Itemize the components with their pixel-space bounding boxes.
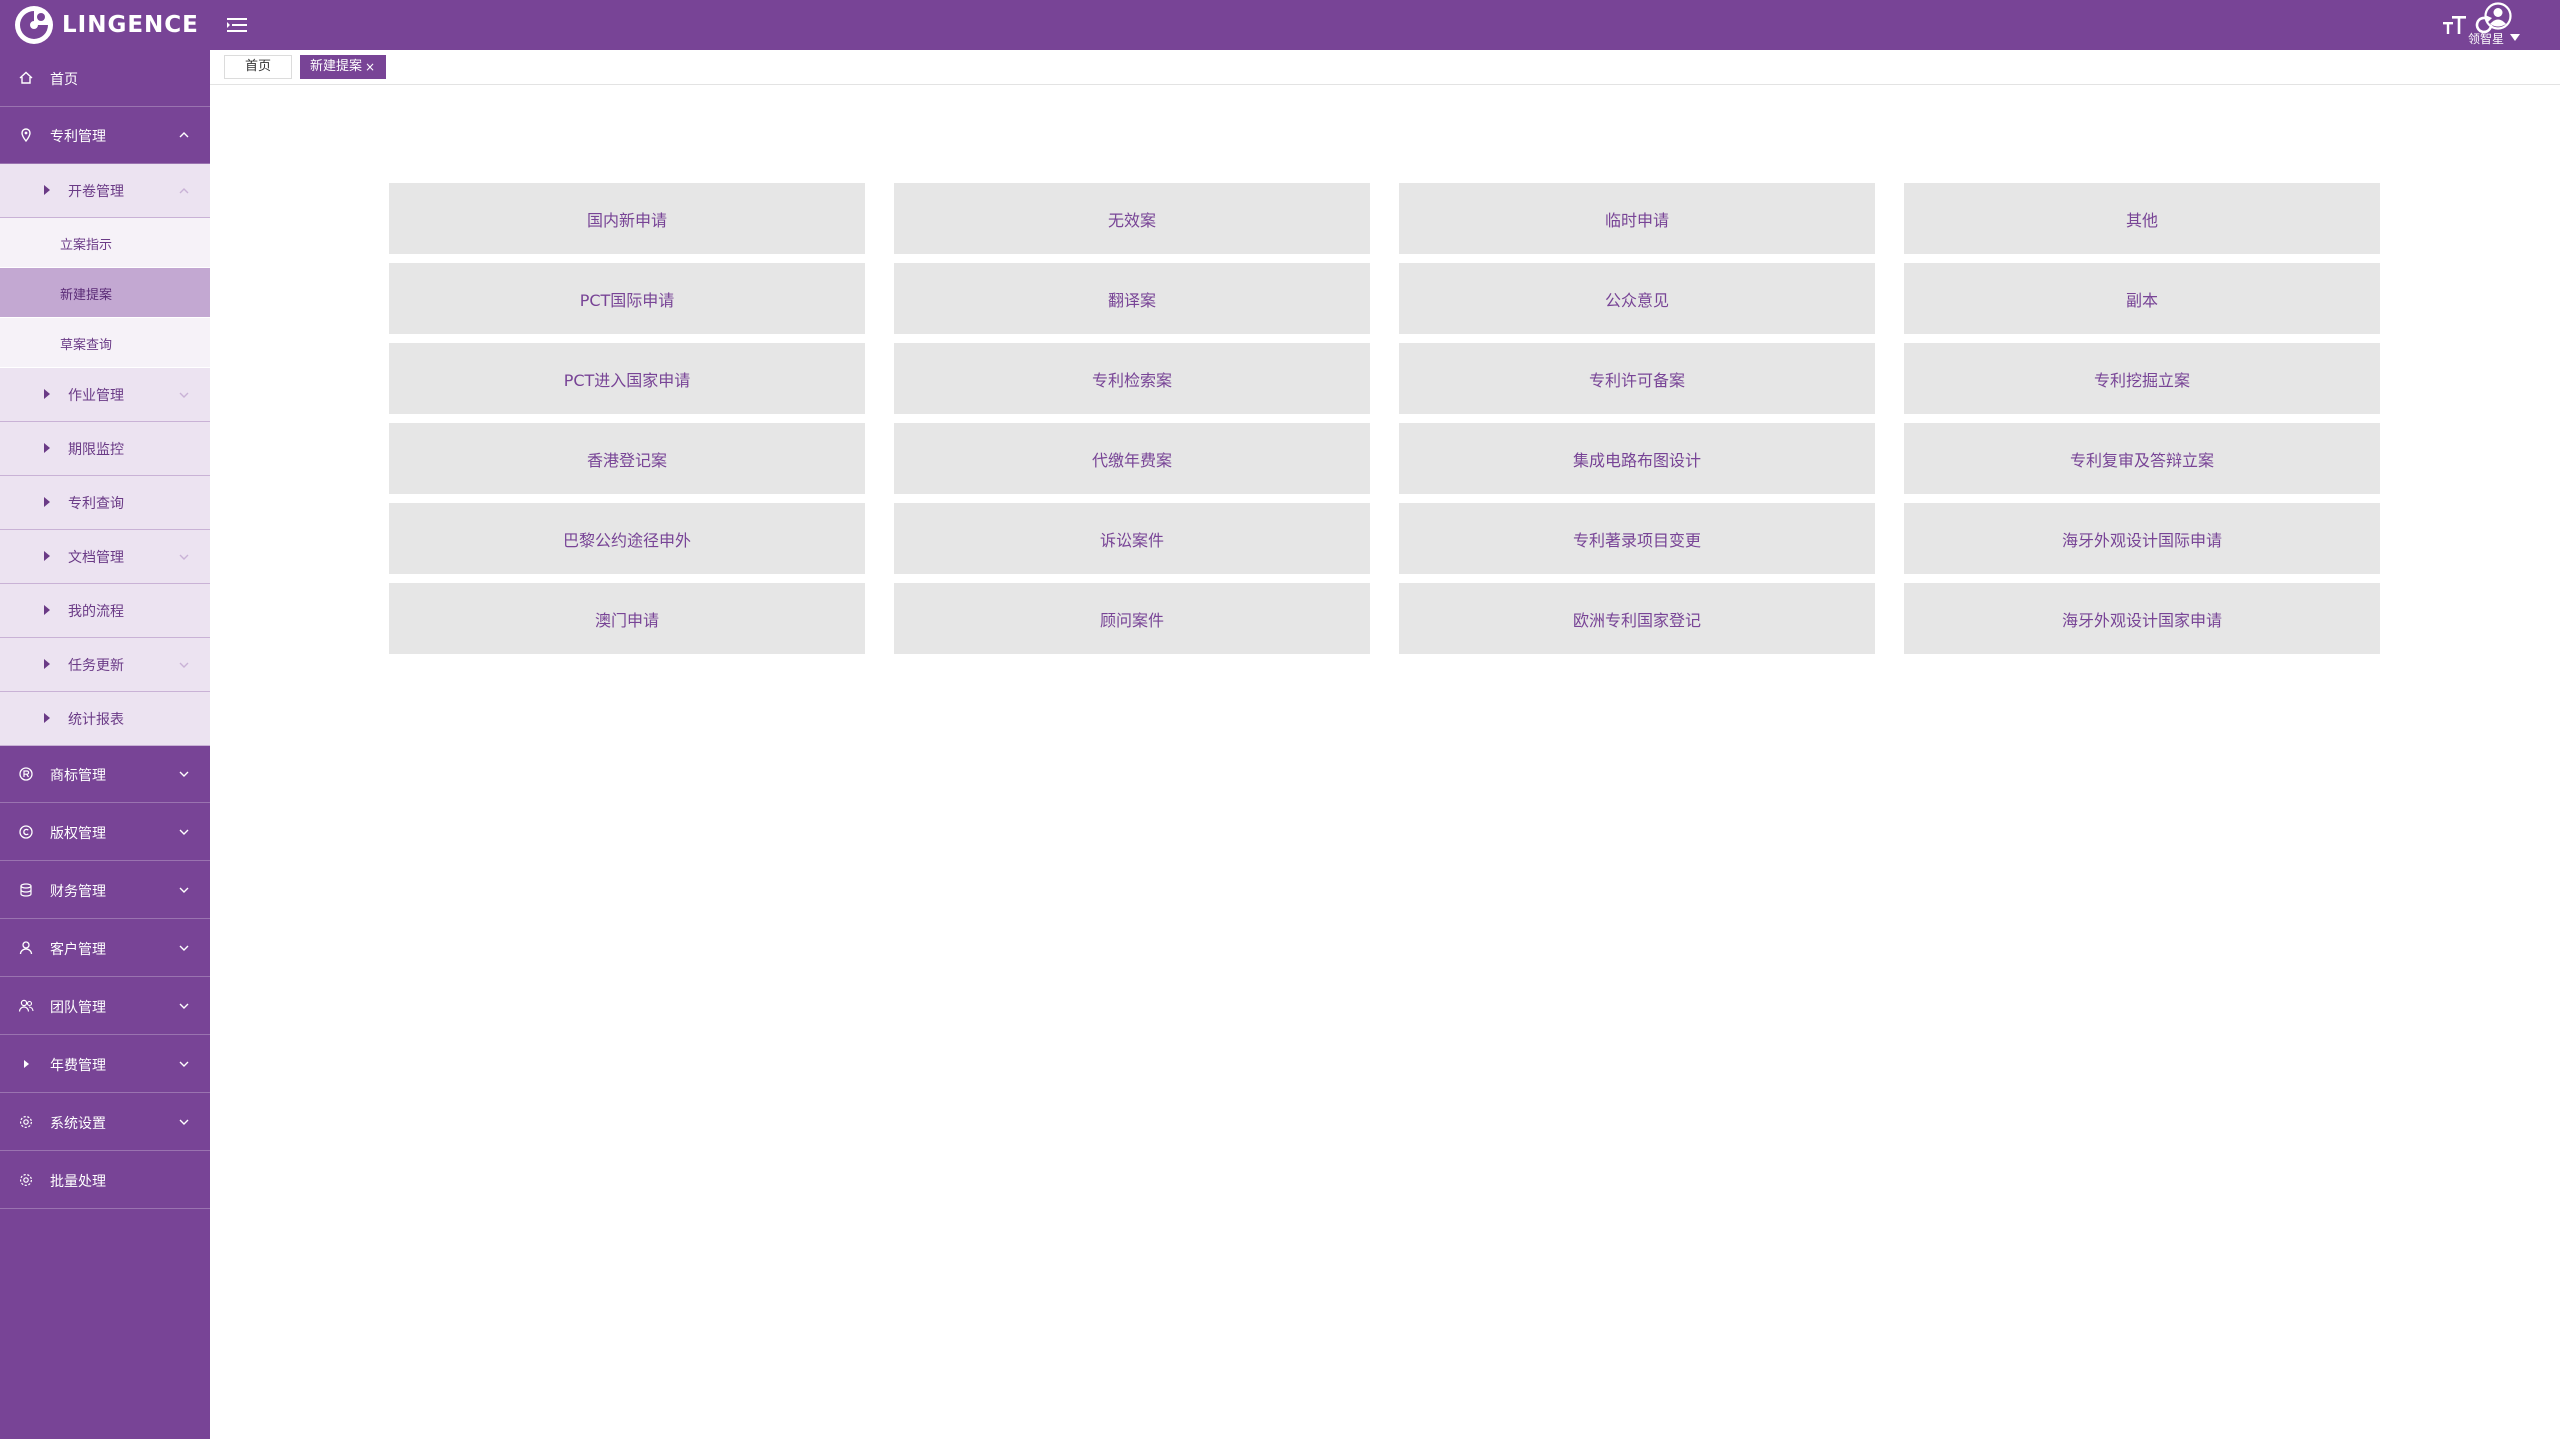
case-type-button[interactable]: 专利复审及答辩立案	[1904, 423, 2380, 494]
triangle-right-icon	[44, 551, 50, 561]
triangle-right-icon	[44, 497, 50, 507]
sidebar-item-settings[interactable]: 系统设置	[0, 1094, 210, 1151]
team-icon	[18, 999, 34, 1012]
case-type-button[interactable]: 专利检索案	[894, 343, 1370, 414]
tab-home[interactable]: 首页	[224, 55, 292, 79]
chevron-down-icon	[179, 392, 189, 398]
case-type-button[interactable]: 专利挖掘立案	[1904, 343, 2380, 414]
gear-icon	[19, 1173, 33, 1187]
case-type-button[interactable]: 副本	[1904, 263, 2380, 334]
sidebar-leaf-filing-instruction[interactable]: 立案指示	[0, 218, 210, 268]
chevron-down-icon	[179, 945, 189, 951]
case-type-button[interactable]: 澳门申请	[389, 583, 865, 654]
tab-new-proposal[interactable]: 新建提案 ×	[300, 55, 386, 79]
top-bar: LINGENCE 领智星	[0, 0, 2560, 50]
database-icon	[20, 883, 32, 897]
triangle-right-icon	[44, 713, 50, 723]
triangle-right-icon	[44, 659, 50, 669]
user-icon	[2484, 2, 2512, 30]
triangle-right-icon	[44, 185, 50, 195]
case-type-button[interactable]: 临时申请	[1399, 183, 1875, 254]
case-type-button[interactable]: PCT进入国家申请	[389, 343, 865, 414]
case-type-grid: 国内新申请 无效案 临时申请 其他 PCT国际申请 翻译案 公众意见 副本 PC…	[389, 183, 2380, 654]
case-type-button[interactable]: 无效案	[894, 183, 1370, 254]
case-type-button[interactable]: 诉讼案件	[894, 503, 1370, 574]
copyright-icon	[19, 825, 33, 839]
tab-label: 新建提案	[310, 59, 363, 74]
sidebar-item-trademark[interactable]: 商标管理	[0, 746, 210, 803]
chevron-up-icon	[179, 132, 189, 138]
sidebar-item-patent[interactable]: 专利管理	[0, 107, 210, 164]
triangle-right-icon	[24, 1060, 29, 1068]
chevron-down-icon	[179, 1119, 189, 1125]
sidebar-item-annual-fee[interactable]: 年费管理	[0, 1036, 210, 1093]
case-type-button[interactable]: 巴黎公约途径申外	[389, 503, 865, 574]
sidebar-leaf-new-proposal[interactable]: 新建提案	[0, 268, 210, 318]
case-type-button[interactable]: 公众意见	[1399, 263, 1875, 334]
case-type-button[interactable]: 其他	[1904, 183, 2380, 254]
sidebar-subitem-my-flow[interactable]: 我的流程	[0, 584, 210, 638]
sidebar-subitem-work[interactable]: 作业管理	[0, 368, 210, 422]
caret-down-icon	[2510, 34, 2520, 41]
chevron-down-icon	[179, 554, 189, 560]
logo[interactable]: LINGENCE	[14, 5, 199, 45]
sidebar: 首页 专利管理 开卷管理 立案指示 新建提案 草案查询 作业管理 期限监控 专利…	[0, 50, 210, 1439]
logo-text: LINGENCE	[62, 12, 199, 38]
case-type-button[interactable]: 香港登记案	[389, 423, 865, 494]
chevron-down-icon	[179, 829, 189, 835]
sidebar-subitem-stats[interactable]: 统计报表	[0, 692, 210, 746]
sidebar-leaf-draft-query[interactable]: 草案查询	[0, 318, 210, 368]
chevron-down-icon	[179, 1003, 189, 1009]
sidebar-item-home[interactable]: 首页	[0, 50, 210, 107]
sidebar-subitem-task-update[interactable]: 任务更新	[0, 638, 210, 692]
registered-icon	[19, 767, 33, 781]
case-type-button[interactable]: 翻译案	[894, 263, 1370, 334]
case-type-button[interactable]: 欧洲专利国家登记	[1399, 583, 1875, 654]
chevron-down-icon	[179, 771, 189, 777]
home-icon	[19, 71, 33, 84]
chevron-down-icon	[179, 1061, 189, 1067]
sidebar-subitem-patent-query[interactable]: 专利查询	[0, 476, 210, 530]
sidebar-subitem-deadline[interactable]: 期限监控	[0, 422, 210, 476]
case-type-button[interactable]: 国内新申请	[389, 183, 865, 254]
case-type-button[interactable]: 海牙外观设计国际申请	[1904, 503, 2380, 574]
case-type-button[interactable]: PCT国际申请	[389, 263, 865, 334]
case-type-button[interactable]: 海牙外观设计国家申请	[1904, 583, 2380, 654]
user-menu[interactable]: 领智星	[2468, 2, 2528, 48]
close-icon[interactable]: ×	[365, 56, 375, 78]
font-size-icon[interactable]	[2442, 13, 2468, 37]
user-name: 领智星	[2468, 32, 2505, 46]
location-pin-icon	[21, 128, 31, 143]
chevron-down-icon	[179, 662, 189, 668]
triangle-right-icon	[44, 389, 50, 399]
sidebar-item-copyright[interactable]: 版权管理	[0, 804, 210, 861]
case-type-button[interactable]: 集成电路布图设计	[1399, 423, 1875, 494]
tab-bar: 首页 新建提案 ×	[210, 50, 2560, 85]
triangle-right-icon	[44, 443, 50, 453]
person-icon	[19, 941, 33, 955]
gear-icon	[19, 1115, 33, 1129]
menu-toggle-icon[interactable]	[226, 14, 248, 36]
sidebar-item-batch[interactable]: 批量处理	[0, 1152, 210, 1209]
triangle-right-icon	[44, 605, 50, 615]
sidebar-subitem-open-case[interactable]: 开卷管理	[0, 164, 210, 218]
chevron-down-icon	[179, 887, 189, 893]
case-type-button[interactable]: 顾问案件	[894, 583, 1370, 654]
logo-icon	[15, 6, 53, 44]
sidebar-item-finance[interactable]: 财务管理	[0, 862, 210, 919]
case-type-button[interactable]: 专利著录项目变更	[1399, 503, 1875, 574]
sidebar-subitem-docs[interactable]: 文档管理	[0, 530, 210, 584]
sidebar-item-team[interactable]: 团队管理	[0, 978, 210, 1035]
chevron-up-icon	[179, 188, 189, 194]
sidebar-item-customer[interactable]: 客户管理	[0, 920, 210, 977]
case-type-button[interactable]: 代缴年费案	[894, 423, 1370, 494]
case-type-button[interactable]: 专利许可备案	[1399, 343, 1875, 414]
